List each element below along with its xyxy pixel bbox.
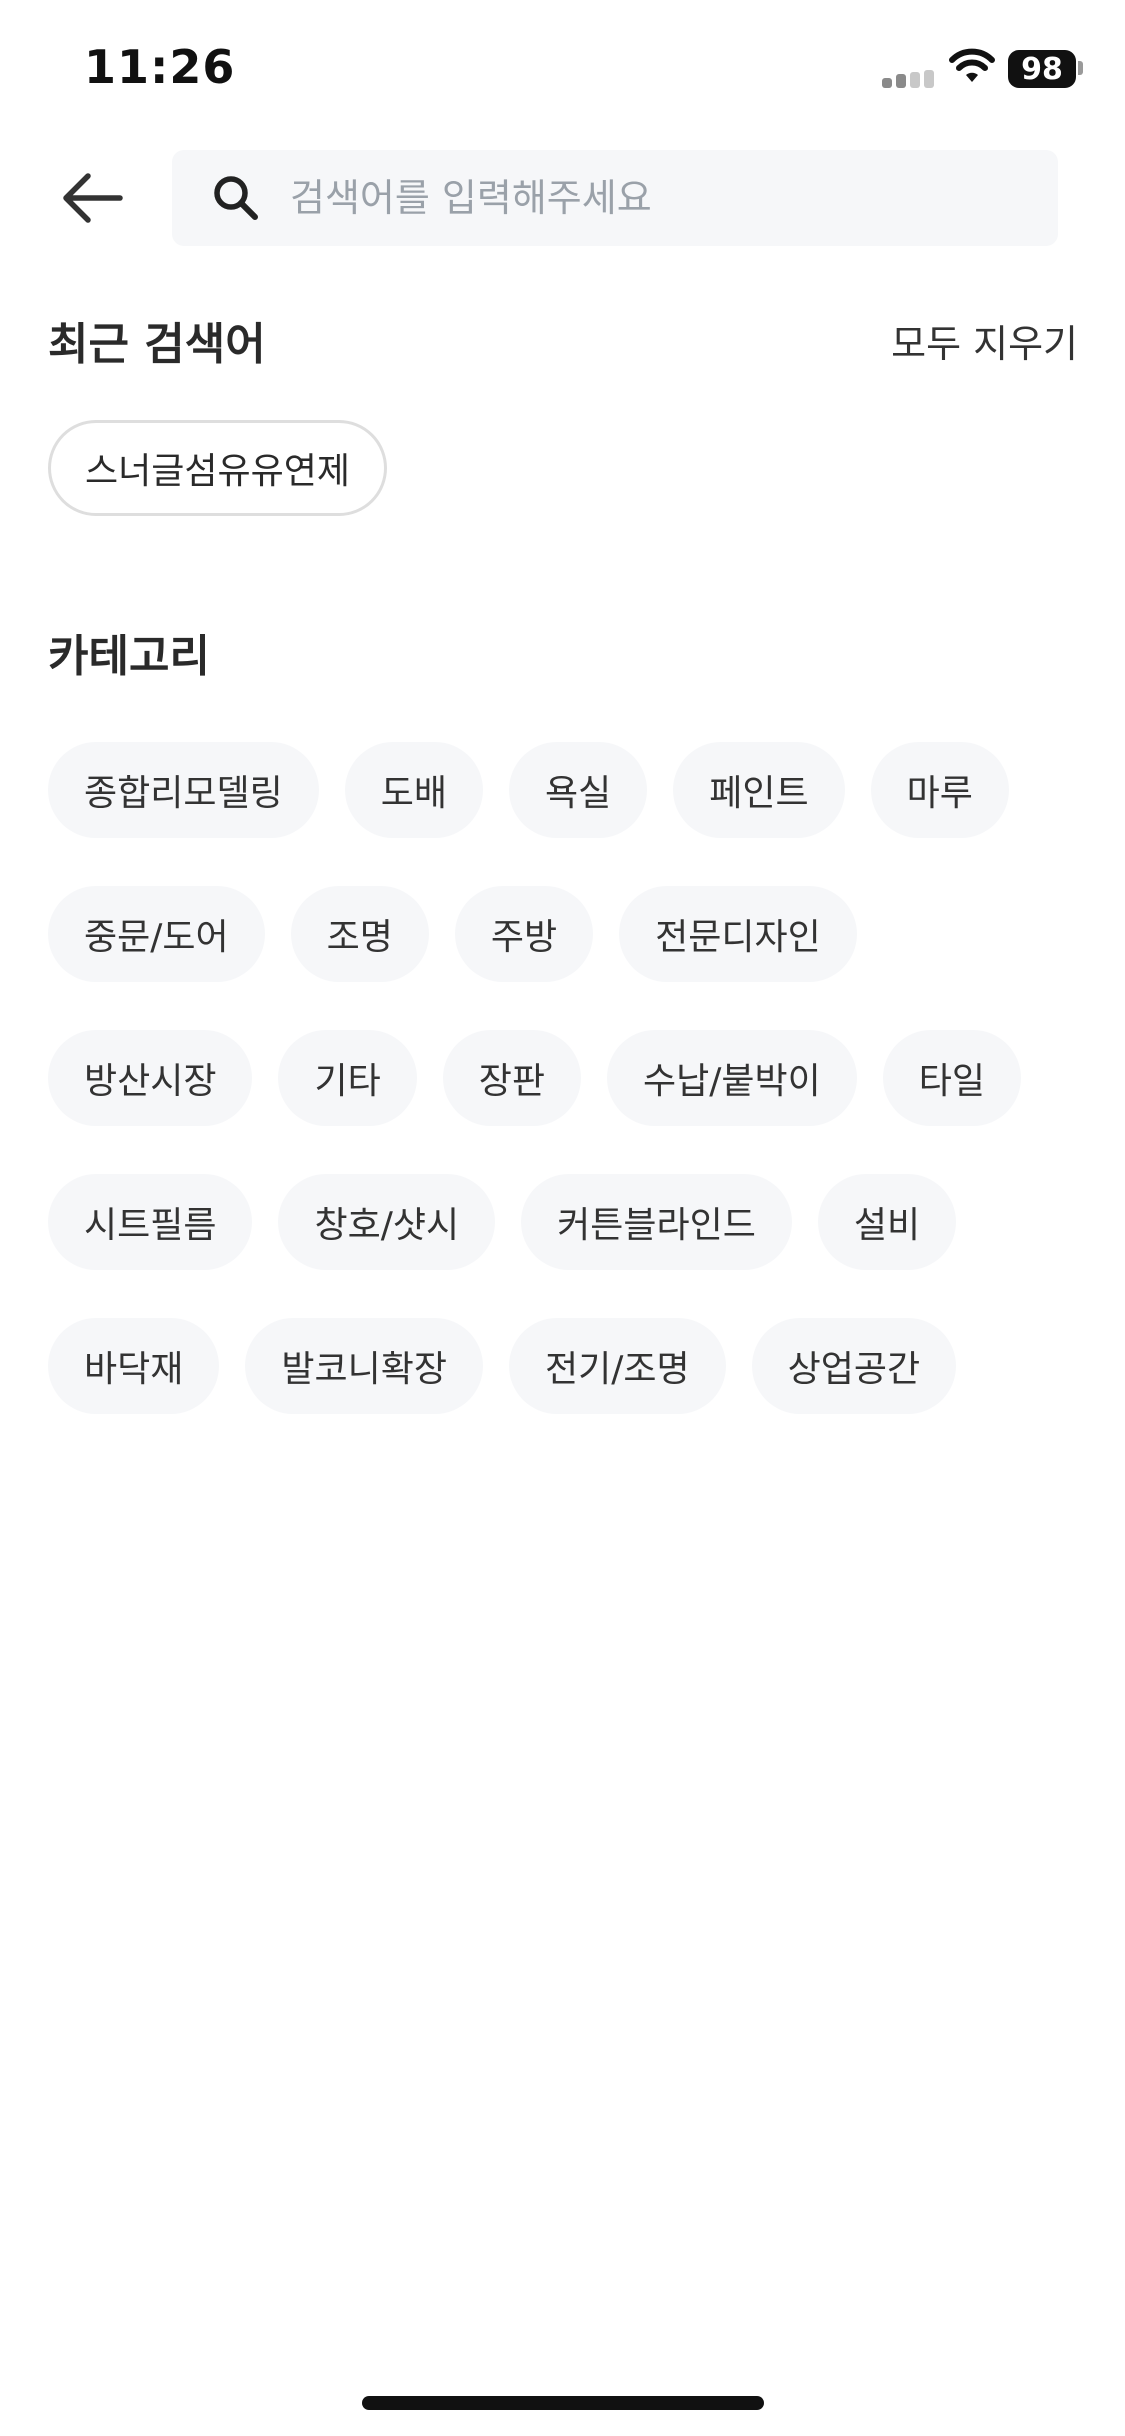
category-chip[interactable]: 도배 bbox=[344, 742, 483, 838]
battery-cap bbox=[1078, 61, 1083, 75]
category-chip[interactable]: 전문디자인 bbox=[619, 886, 857, 982]
category-chip[interactable]: 방산시장 bbox=[48, 1030, 253, 1126]
search-box[interactable] bbox=[172, 150, 1058, 246]
search-header bbox=[0, 148, 1125, 248]
recent-search-title: 최근 검색어 bbox=[48, 319, 266, 370]
battery-icon: 98 bbox=[1008, 50, 1076, 88]
cellular-signal-icon bbox=[882, 70, 934, 88]
category-chip[interactable]: 마루 bbox=[870, 742, 1009, 838]
category-chip[interactable]: 욕실 bbox=[508, 742, 648, 838]
category-chip[interactable]: 타일 bbox=[882, 1030, 1021, 1126]
search-icon bbox=[214, 176, 258, 220]
category-chip[interactable]: 설비 bbox=[817, 1174, 957, 1270]
category-chip[interactable]: 중문/도어 bbox=[48, 886, 265, 982]
back-button[interactable] bbox=[56, 162, 128, 234]
status-time: 11:26 bbox=[84, 40, 236, 94]
category-chip[interactable]: 페인트 bbox=[673, 742, 845, 838]
category-chip[interactable]: 전기/조명 bbox=[508, 1318, 726, 1414]
category-grid: 종합리모델링 도배 욕실 페인트 마루 중문/도어 조명 주방 전문디자인 방산… bbox=[48, 742, 1088, 1414]
category-chip[interactable]: 종합리모델링 bbox=[48, 742, 319, 838]
arrow-left-icon bbox=[63, 173, 123, 223]
category-header: 카테고리 bbox=[48, 620, 1078, 684]
search-input[interactable] bbox=[290, 150, 1058, 246]
category-chip[interactable]: 주방 bbox=[454, 886, 594, 982]
wifi-icon bbox=[949, 48, 995, 82]
recent-search-header: 최근 검색어 모두 지우기 bbox=[48, 308, 1078, 372]
category-chip[interactable]: 조명 bbox=[290, 886, 429, 982]
status-bar: 11:26 98 bbox=[0, 0, 1125, 140]
category-chip[interactable]: 기타 bbox=[278, 1030, 417, 1126]
category-chip[interactable]: 바닥재 bbox=[48, 1318, 220, 1414]
category-chip[interactable]: 발코니확장 bbox=[245, 1318, 483, 1414]
category-chip[interactable]: 수납/붙박이 bbox=[606, 1030, 857, 1126]
category-chip[interactable]: 창호/샷시 bbox=[278, 1174, 496, 1270]
category-chip[interactable]: 상업공간 bbox=[751, 1318, 957, 1414]
home-indicator[interactable] bbox=[362, 2396, 764, 2410]
category-title: 카테고리 bbox=[48, 631, 210, 682]
category-chip[interactable]: 장판 bbox=[442, 1030, 581, 1126]
battery-level: 98 bbox=[1021, 51, 1063, 87]
category-chip[interactable]: 시트필름 bbox=[48, 1174, 253, 1270]
category-chip[interactable]: 커튼블라인드 bbox=[521, 1174, 792, 1270]
recent-search-chip[interactable]: 스너글섬유유연제 bbox=[48, 420, 387, 516]
clear-all-button[interactable]: 모두 지우기 bbox=[891, 313, 1078, 368]
